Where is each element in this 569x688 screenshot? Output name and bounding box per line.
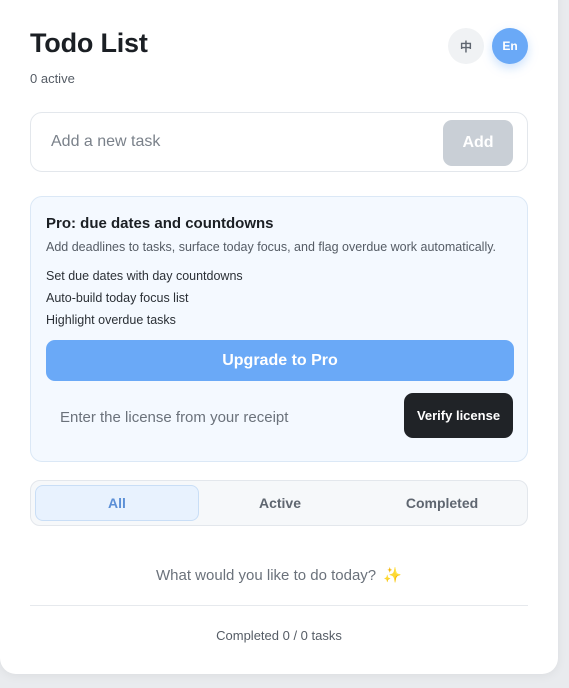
language-switcher: 中 En [448,28,528,64]
pro-feature-list: Set due dates with day countdowns Auto-b… [46,269,243,335]
pro-feature-item: Set due dates with day countdowns [46,269,243,283]
language-english-button[interactable]: En [492,28,528,64]
tab-completed[interactable]: Completed [361,485,523,521]
pro-title: Pro: due dates and countdowns [46,215,274,232]
pro-feature-item: Highlight overdue tasks [46,313,176,327]
tab-all[interactable]: All [35,485,199,521]
license-input[interactable]: Enter the license from your receipt [60,409,288,426]
add-task-form: Add a new task Add [30,112,528,172]
tab-active[interactable]: Active [199,485,361,521]
pro-feature-item: Auto-build today focus list [46,291,189,305]
language-chinese-button[interactable]: 中 [448,28,484,64]
upgrade-to-pro-button[interactable]: Upgrade to Pro [46,340,514,381]
empty-state: What would you like to do today? ✨ [30,566,528,584]
pro-upsell-panel: Pro: due dates and countdowns Add deadli… [30,196,528,462]
add-task-button[interactable]: Add [443,120,513,166]
new-task-input[interactable]: Add a new task [51,133,160,151]
todo-card: Todo List 0 active 中 En Add a new task A… [0,0,558,674]
completion-summary: Completed 0 / 0 tasks [216,628,342,643]
pro-description: Add deadlines to tasks, surface today fo… [46,240,497,254]
sparkle-icon: ✨ [383,567,402,584]
header: Todo List 0 active 中 En [30,28,528,88]
verify-license-button[interactable]: Verify license [404,393,513,438]
active-count: 0 active [30,71,75,86]
empty-state-message: What would you like to do today? [156,567,377,584]
filter-tabs: All Active Completed [30,480,528,526]
divider [30,605,528,606]
